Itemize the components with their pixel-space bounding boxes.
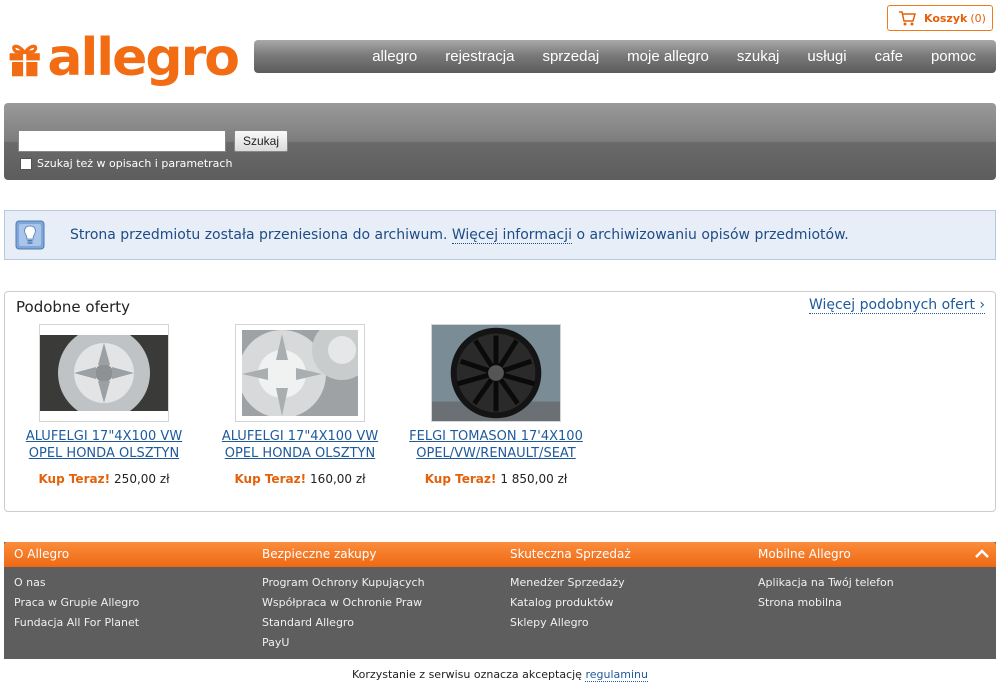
- offer-thumbnail[interactable]: [39, 324, 169, 422]
- archive-notice: Strona przedmiotu została przeniesiona d…: [4, 210, 996, 260]
- similar-offers-panel: Podobne oferty Więcej podobnych ofert › …: [4, 291, 996, 512]
- footer-column-mobile: Mobilne Allegro Aplikacja na Twój telefo…: [758, 542, 998, 615]
- nav-item-moje-allegro[interactable]: moje allegro: [627, 48, 709, 65]
- archive-notice-text-before: Strona przedmiotu została przeniesiona d…: [70, 227, 448, 243]
- chevron-up-icon[interactable]: [974, 546, 990, 562]
- wheel-photo: [432, 325, 560, 421]
- wheel-photo: [242, 330, 358, 416]
- offer-thumbnail[interactable]: [431, 324, 561, 422]
- footer-column-safe-shopping: Bezpieczne zakupy Program Ochrony Kupują…: [262, 542, 502, 655]
- nav-item-cafe[interactable]: cafe: [875, 48, 903, 65]
- offer-card: ALUFELGI 17"4X100 VW OPEL HONDA OLSZTYN …: [205, 324, 395, 486]
- footer-link[interactable]: Sklepy Allegro: [510, 615, 750, 635]
- footer-link[interactable]: Aplikacja na Twój telefon: [758, 575, 998, 595]
- archive-more-info-link[interactable]: Więcej informacji: [451, 227, 573, 244]
- terms-notice: Korzystanie z serwisu oznacza akceptację…: [0, 668, 1000, 682]
- search-descriptions-label: Szukaj też w opisach i parametrach: [37, 157, 233, 170]
- nav-item-szukaj[interactable]: szukaj: [737, 48, 780, 65]
- footer-link[interactable]: Strona mobilna: [758, 595, 998, 615]
- buy-now-label: Kup Teraz!: [424, 472, 497, 486]
- footer-link[interactable]: Praca w Grupie Allegro: [14, 595, 254, 615]
- footer-link[interactable]: O nas: [14, 575, 254, 595]
- allegro-logo[interactable]: allegro: [8, 26, 240, 90]
- search-input[interactable]: [18, 130, 226, 152]
- cart-icon: [899, 11, 916, 26]
- buy-now-label: Kup Teraz!: [38, 472, 111, 486]
- footer-column-title: Bezpieczne zakupy: [262, 547, 377, 561]
- offer-price: 250,00 zł: [114, 472, 170, 486]
- logo-wordmark: allegro: [47, 28, 240, 88]
- footer-column-title: Skuteczna Sprzedaż: [510, 547, 631, 561]
- offer-card: ALUFELGI 17"4X100 VW OPEL HONDA OLSZTYN …: [9, 324, 199, 486]
- footer-link[interactable]: Katalog produktów: [510, 595, 750, 615]
- offer-title-link[interactable]: ALUFELGI 17"4X100 VW OPEL HONDA OLSZTYN: [9, 428, 199, 462]
- footer-link[interactable]: Fundacja All For Planet: [14, 615, 254, 635]
- terms-link[interactable]: regulaminu: [585, 668, 648, 682]
- nav-item-allegro[interactable]: allegro: [372, 48, 417, 65]
- offer-price-row: Kup Teraz! 160,00 zł: [205, 472, 395, 486]
- top-navigation: allegro rejestracja sprzedaj moje allegr…: [254, 40, 996, 73]
- gift-icon: [9, 44, 40, 77]
- wheel-photo: [40, 335, 168, 411]
- offer-price-row: Kup Teraz! 1 850,00 zł: [401, 472, 591, 486]
- offer-title-link[interactable]: FELGI TOMASON 17'4X100 OPEL/VW/RENAULT/S…: [401, 428, 591, 462]
- nav-item-sprzedaj[interactable]: sprzedaj: [542, 48, 599, 65]
- nav-item-rejestracja[interactable]: rejestracja: [445, 48, 514, 65]
- footer-link[interactable]: Standard Allegro: [262, 615, 502, 635]
- terms-notice-text: Korzystanie z serwisu oznacza akceptację: [352, 668, 582, 681]
- nav-item-pomoc[interactable]: pomoc: [931, 48, 976, 65]
- offer-price-row: Kup Teraz! 250,00 zł: [9, 472, 199, 486]
- search-button[interactable]: Szukaj: [234, 130, 288, 152]
- offer-price: 1 850,00 zł: [500, 472, 568, 486]
- footer-link[interactable]: PayU: [262, 635, 502, 655]
- footer-column-about: O Allegro O nas Praca w Grupie Allegro F…: [14, 542, 254, 635]
- cart-label: Koszyk: [924, 11, 968, 25]
- search-descriptions-checkbox[interactable]: [20, 157, 32, 170]
- footer-link[interactable]: Współpraca w Ochronie Praw: [262, 595, 502, 615]
- offer-title-link[interactable]: ALUFELGI 17"4X100 VW OPEL HONDA OLSZTYN: [205, 428, 395, 462]
- offer-price: 160,00 zł: [310, 472, 366, 486]
- buy-now-label: Kup Teraz!: [234, 472, 307, 486]
- archive-notice-text: Strona przedmiotu została przeniesiona d…: [70, 227, 849, 244]
- cart-button[interactable]: Koszyk (0): [887, 5, 993, 31]
- footer-column-title: O Allegro: [14, 547, 70, 561]
- footer-column-title: Mobilne Allegro: [758, 547, 851, 561]
- nav-item-uslugi[interactable]: usługi: [807, 48, 846, 65]
- lightbulb-icon: [15, 220, 45, 250]
- cart-count: (0): [970, 11, 986, 25]
- archive-notice-text-after: o archiwizowaniu opisów przedmiotów.: [576, 227, 849, 243]
- footer: O Allegro O nas Praca w Grupie Allegro F…: [4, 542, 996, 659]
- more-similar-offers-link[interactable]: Więcej podobnych ofert ›: [808, 297, 985, 314]
- footer-link[interactable]: Program Ochrony Kupujących: [262, 575, 502, 595]
- offer-thumbnail[interactable]: [235, 324, 365, 422]
- offer-card: FELGI TOMASON 17'4X100 OPEL/VW/RENAULT/S…: [401, 324, 591, 486]
- search-descriptions-option: Szukaj też w opisach i parametrach: [20, 157, 232, 170]
- footer-column-selling: Skuteczna Sprzedaż Menedżer Sprzedaży Ka…: [510, 542, 750, 635]
- search-band: Szukaj Szukaj też w opisach i parametrac…: [4, 103, 996, 180]
- similar-offers-title: Podobne oferty: [16, 298, 131, 316]
- footer-link[interactable]: Menedżer Sprzedaży: [510, 575, 750, 595]
